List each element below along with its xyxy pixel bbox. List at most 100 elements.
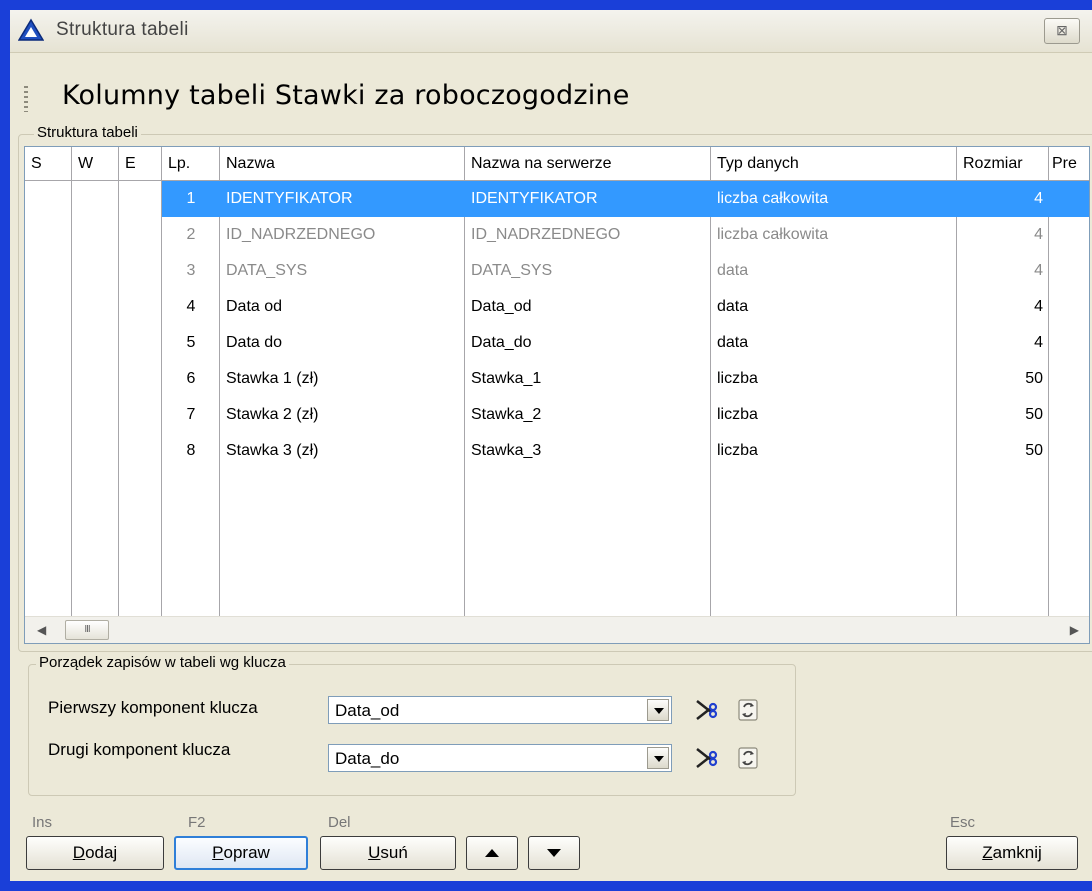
table-row[interactable]: 1 IDENTYFIKATOR IDENTYFIKATOR liczba całkow… [162, 181, 1089, 217]
add-button-label: odaj [85, 843, 118, 862]
title-bar[interactable]: Struktura tabeli ⊠ [10, 10, 1092, 53]
cell-nazwa: Data od [226, 298, 283, 315]
table-row[interactable]: 5 Data do Data_do data 4 [25, 325, 1089, 361]
chevron-down-icon[interactable] [647, 699, 669, 721]
dialog-window: Struktura tabeli ⊠ Kolumny tabeli Stawki… [10, 10, 1092, 881]
edit-shortcut-hint: F2 [188, 814, 206, 831]
header-serwer[interactable]: Nazwa na serwerze [465, 147, 710, 181]
drag-grip[interactable] [24, 86, 28, 112]
close-button-label: amknij [992, 843, 1042, 862]
cell-serwer: Data_do [471, 334, 532, 351]
cell-rozmiar: 50 [1025, 370, 1043, 387]
cell-rozmiar: 50 [1025, 406, 1043, 423]
move-up-button[interactable] [466, 836, 518, 870]
refresh-icon[interactable] [736, 746, 760, 770]
close-shortcut-hint: Esc [950, 814, 976, 831]
cell-nazwa: IDENTYFIKATOR [226, 190, 353, 207]
first-key-label: Pierwszy komponent klucza [48, 698, 258, 717]
first-key-value: Data_od [335, 701, 400, 720]
chevron-down-icon[interactable] [647, 747, 669, 769]
cell-lp: 8 [186, 442, 196, 459]
header-w[interactable]: W [72, 147, 118, 181]
cell-serwer: DATA_SYS [471, 262, 553, 279]
edit-button-label: opraw [223, 843, 270, 862]
close-icon[interactable]: ⊠ [1044, 18, 1080, 44]
header-s[interactable]: S [25, 147, 71, 181]
cell-lp: 6 [186, 370, 196, 387]
cell-rozmiar: 50 [1025, 442, 1043, 459]
cell-rozmiar: 4 [1034, 334, 1043, 351]
scroll-left-icon[interactable]: ◀ [37, 623, 46, 637]
table-row[interactable]: 2 ID_NADRZEDNEGO ID_NADRZEDNEGO liczba całk… [25, 217, 1089, 253]
cell-typ: liczba [717, 370, 758, 387]
page-title: Kolumny tabeli Stawki za roboczogodzine [62, 80, 630, 111]
cell-serwer: IDENTYFIKATOR [471, 190, 598, 207]
delete-button[interactable]: Usuń [320, 836, 456, 870]
columns-grid[interactable]: S W E Lp. Nazwa Nazwa na serwerze Typ da… [24, 146, 1090, 644]
table-row[interactable]: 7 Stawka 2 (zł) Stawka_2 liczba 50 [25, 397, 1089, 433]
scissors-icon[interactable] [694, 746, 718, 770]
close-button-accel: Z [982, 843, 993, 862]
table-row[interactable]: 8 Stawka 3 (zł) Stawka_3 liczba 50 [25, 433, 1089, 469]
app-triangle-icon [18, 18, 44, 41]
cell-typ: liczba [717, 406, 758, 423]
cell-serwer: ID_NADRZEDNEGO [471, 226, 621, 243]
delete-shortcut-hint: Del [328, 814, 351, 831]
cell-typ: liczba całkowita [717, 226, 829, 243]
cell-nazwa: Stawka 1 (zł) [226, 370, 319, 387]
cell-nazwa: Stawka 3 (zł) [226, 442, 319, 459]
second-key-label: Drugi komponent klucza [48, 740, 231, 759]
key-group [28, 664, 796, 796]
cell-rozmiar: 4 [1034, 262, 1043, 279]
delete-button-accel: U [368, 843, 381, 862]
header-typ[interactable]: Typ danych [711, 147, 956, 181]
cell-lp: 1 [186, 190, 196, 207]
cell-lp: 3 [186, 262, 196, 279]
move-down-button[interactable] [528, 836, 580, 870]
cell-typ: data [717, 298, 749, 315]
cell-lp: 2 [186, 226, 196, 243]
table-row[interactable]: 4 Data od Data_od data 4 [25, 289, 1089, 325]
cell-lp: 7 [186, 406, 196, 423]
second-key-combo[interactable]: Data_do [328, 744, 672, 772]
table-row[interactable]: 3 DATA_SYS DATA_SYS data 4 [25, 253, 1089, 289]
cell-rozmiar: 4 [1034, 190, 1043, 207]
table-row[interactable]: 6 Stawka 1 (zł) Stawka_1 liczba 50 [25, 361, 1089, 397]
header-pre[interactable]: Pre [1049, 147, 1089, 181]
first-key-combo[interactable]: Data_od [328, 696, 672, 724]
cell-serwer: Data_od [471, 298, 532, 315]
add-button-accel: D [72, 843, 86, 862]
cell-rozmiar: 4 [1034, 226, 1043, 243]
add-button[interactable]: Dodaj [26, 836, 164, 870]
key-group-label: Porządek zapisów w tabeli wg klucza [36, 654, 289, 671]
header-rozmiar[interactable]: Rozmiar [957, 147, 1048, 181]
add-shortcut-hint: Ins [32, 814, 53, 831]
cell-serwer: Stawka_1 [471, 370, 542, 387]
header-lp[interactable]: Lp. [162, 147, 219, 181]
cell-nazwa: ID_NADRZEDNEGO [226, 226, 376, 243]
second-key-value: Data_do [335, 749, 400, 768]
structure-group-label: Struktura tabeli [34, 124, 141, 141]
cell-typ: liczba [717, 442, 758, 459]
scissors-icon[interactable] [694, 698, 718, 722]
cell-serwer: Stawka_3 [471, 442, 542, 459]
cell-rozmiar: 4 [1034, 298, 1043, 315]
delete-button-label: suń [380, 843, 408, 862]
header-e[interactable]: E [119, 147, 161, 181]
edit-button[interactable]: Popraw [174, 836, 308, 870]
cell-serwer: Stawka_2 [471, 406, 542, 423]
cell-typ: liczba całkowita [717, 190, 829, 207]
refresh-icon[interactable] [736, 698, 760, 722]
cell-nazwa: DATA_SYS [226, 262, 308, 279]
close-button[interactable]: Zamknij [946, 836, 1078, 870]
scroll-thumb[interactable]: III [65, 620, 109, 640]
header-nazwa[interactable]: Nazwa [220, 147, 464, 181]
cell-nazwa: Data do [226, 334, 283, 351]
cell-typ: data [717, 262, 749, 279]
cell-typ: data [717, 334, 749, 351]
cell-lp: 4 [186, 298, 196, 315]
window-title: Struktura tabeli [56, 19, 189, 40]
scroll-right-icon[interactable]: ▶ [1070, 623, 1079, 637]
cell-nazwa: Stawka 2 (zł) [226, 406, 319, 423]
horizontal-scrollbar[interactable]: ◀ III ▶ [25, 616, 1089, 643]
